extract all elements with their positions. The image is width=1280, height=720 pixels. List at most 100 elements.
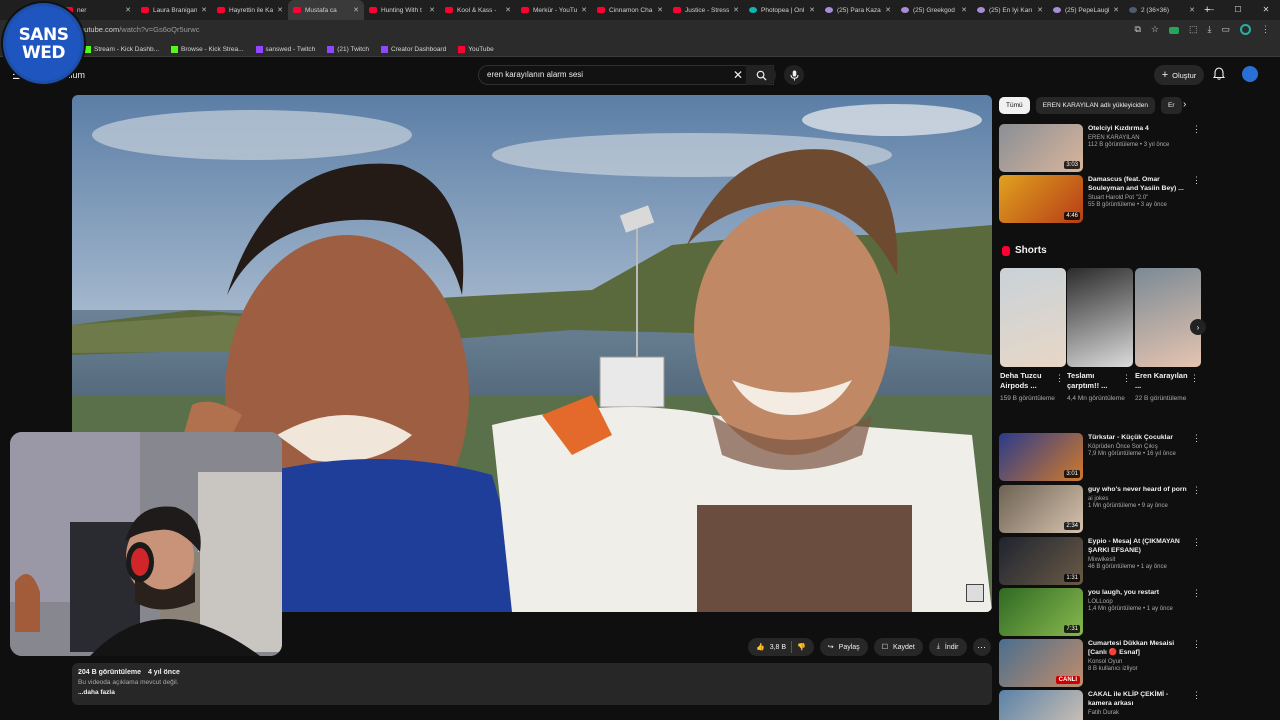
browser-tab[interactable]: Justice - Stress ✕ <box>668 0 744 20</box>
recommended-video[interactable]: 3:03 Otelciyi Kızdırma 4 EREN KARAYILAN 112… <box>999 124 1204 172</box>
sidebar-icon[interactable]: ▭ <box>1221 24 1230 35</box>
filter-chip[interactable]: Er <box>1161 97 1182 114</box>
recommended-video[interactable]: 1:31 Eypio - Mesaj At (ÇIKMAYAN ŞARKI EFS… <box>999 537 1204 585</box>
profile-icon[interactable] <box>1240 24 1251 35</box>
account-avatar[interactable] <box>1242 66 1258 82</box>
close-tab-icon[interactable]: ✕ <box>353 6 359 14</box>
recommended-video[interactable]: CAKAL ile KLİP ÇEKİMİ - kamera arkası Fat… <box>999 690 1204 720</box>
close-tab-icon[interactable]: ✕ <box>581 6 587 14</box>
short-item[interactable]: Teslamı çarptım!! ... 4,4 Mn görüntüleme ⋮ <box>1067 268 1133 404</box>
close-tab-icon[interactable]: ✕ <box>1189 6 1195 14</box>
extensions-puzzle-icon[interactable]: ⬚ <box>1189 24 1198 35</box>
clear-search-icon[interactable]: ✕ <box>733 68 743 82</box>
short-thumbnail[interactable] <box>1067 268 1133 367</box>
browser-menu-icon[interactable]: ⋮ <box>1261 24 1270 35</box>
maximize-icon[interactable]: ☐ <box>1224 0 1252 20</box>
more-options-icon[interactable]: ⋮ <box>1192 690 1201 701</box>
browser-tab[interactable]: Laura Branigan ✕ <box>136 0 212 20</box>
voice-search-button[interactable] <box>784 65 804 85</box>
bookmark-item[interactable]: Creator Dashboard <box>380 45 446 53</box>
minimize-icon[interactable]: — <box>1196 0 1224 20</box>
like-icon[interactable]: 👍 <box>756 643 765 651</box>
more-options-icon[interactable]: ⋮ <box>1192 485 1201 496</box>
filter-chip[interactable]: Tümü <box>999 97 1030 114</box>
like-count[interactable]: 3,8 B <box>770 644 786 651</box>
create-button[interactable]: + Oluştur <box>1154 65 1204 85</box>
search-button[interactable] <box>746 65 776 85</box>
video-title[interactable]: guy who's never heard of porn <box>1088 485 1192 494</box>
video-thumbnail[interactable] <box>999 690 1083 720</box>
video-thumbnail[interactable]: 4:46 <box>999 175 1083 223</box>
short-more-options-icon[interactable]: ⋮ <box>1122 373 1131 384</box>
browser-tab[interactable]: Photopea | Onl ✕ <box>744 0 820 20</box>
download-button[interactable]: ⤓ İndir <box>928 638 967 656</box>
short-thumbnail[interactable] <box>1000 268 1066 367</box>
recommended-video[interactable]: 7:31 you laugh, you restart LOLLoop 1,4 Mn … <box>999 588 1204 636</box>
video-title[interactable]: you laugh, you restart <box>1088 588 1192 597</box>
download-icon[interactable]: ⤓ <box>1208 24 1212 35</box>
bookmark-item[interactable]: Browse - Kick Strea... <box>171 45 244 53</box>
browser-tab[interactable]: Mustafa ca ✕ <box>288 0 364 20</box>
browser-tab[interactable]: (25) Greekgod ✕ <box>896 0 972 20</box>
video-title[interactable]: Eypio - Mesaj At (ÇIKMAYAN ŞARKI EFSANE) <box>1088 537 1192 555</box>
close-tab-icon[interactable]: ✕ <box>201 6 207 14</box>
video-title[interactable]: Otelciyi Kızdırma 4 <box>1088 124 1192 133</box>
bookmark-item[interactable]: sanswed - Twitch <box>255 45 315 53</box>
bookmark-item[interactable]: Stream - Kick Dashb... <box>84 45 159 53</box>
channel-name[interactable]: LOLLoop <box>1088 599 1192 605</box>
more-options-icon[interactable]: ⋮ <box>1192 124 1201 135</box>
bookmark-item[interactable]: YouTube <box>458 45 494 53</box>
close-tab-icon[interactable]: ✕ <box>885 6 891 14</box>
close-tab-icon[interactable]: ✕ <box>1037 6 1043 14</box>
channel-name[interactable]: Konsol Oyun <box>1088 659 1192 665</box>
browser-tab[interactable]: (25) Para Kazan ✕ <box>820 0 896 20</box>
more-options-icon[interactable]: ⋮ <box>1192 175 1201 186</box>
more-options-icon[interactable]: ⋮ <box>1192 639 1201 650</box>
short-title[interactable]: Eren Karayılan ... <box>1135 371 1191 391</box>
video-title[interactable]: Cumartesi Dükkan Mesaisi [Canlı 🔴 Esnaf] <box>1088 639 1192 657</box>
channel-name[interactable]: Fatih Durak <box>1088 710 1192 716</box>
close-window-icon[interactable]: ✕ <box>1252 0 1280 20</box>
video-thumbnail[interactable]: 7:31 <box>999 588 1083 636</box>
short-title[interactable]: Deha Tuzcu Airpods ... <box>1000 371 1056 391</box>
channel-name[interactable]: EREN KARAYILAN <box>1088 135 1192 141</box>
recommended-video[interactable]: CANLI Cumartesi Dükkan Mesaisi [Canlı 🔴 E… <box>999 639 1204 687</box>
short-item[interactable]: Deha Tuzcu Airpods ... 159 B görüntüleme ⋮ <box>1000 268 1066 404</box>
browser-tab[interactable]: Hayrettin ile Ka ✕ <box>212 0 288 20</box>
video-thumbnail[interactable]: 1:31 <box>999 537 1083 585</box>
share-button[interactable]: ↪ Paylaş <box>819 638 868 656</box>
close-tab-icon[interactable]: ✕ <box>505 6 511 14</box>
channel-name[interactable]: Stuart Harold Pot "2.0" <box>1088 195 1192 201</box>
browser-tab[interactable]: (25) PepeLaugh ✕ <box>1048 0 1124 20</box>
video-thumbnail[interactable]: 3:03 <box>999 124 1083 172</box>
more-options-icon[interactable]: ⋮ <box>1192 433 1201 444</box>
show-more-link[interactable]: ...daha fazla <box>78 689 986 696</box>
recommended-video[interactable]: 2:34 guy who's never heard of porn ai joke… <box>999 485 1204 533</box>
filter-chip[interactable]: EREN KARAYILAN adlı yükleyiciden <box>1035 97 1155 114</box>
browser-tab[interactable]: 2 (36×36) ✕ <box>1124 0 1200 20</box>
browser-tab[interactable]: Kool & Kass - ✕ <box>440 0 516 20</box>
video-title[interactable]: CAKAL ile KLİP ÇEKİMİ - kamera arkası <box>1088 690 1192 708</box>
save-button[interactable]: ☐ Kaydet <box>873 638 923 656</box>
close-tab-icon[interactable]: ✕ <box>733 6 739 14</box>
close-tab-icon[interactable]: ✕ <box>277 6 283 14</box>
video-title[interactable]: Türkstar - Küçük Çocuklar <box>1088 433 1192 442</box>
channel-name[interactable]: Mixwikesit <box>1088 557 1192 563</box>
browser-tab[interactable]: Merkür - YouTu ✕ <box>516 0 592 20</box>
short-item[interactable]: Eren Karayılan ... 22 B görüntüleme ⋮ <box>1135 268 1201 404</box>
short-thumbnail[interactable] <box>1135 268 1201 367</box>
description-box[interactable]: 204 B görüntüleme 4 yıl önce Bu videoda … <box>72 663 992 705</box>
channel-name[interactable]: Köprüden Önce Son Çıkış <box>1088 444 1192 450</box>
video-thumbnail[interactable]: 2:34 <box>999 485 1083 533</box>
recommended-video[interactable]: 3:01 Türkstar - Küçük Çocuklar Köprüden Ön… <box>999 433 1204 481</box>
cast-icon[interactable]: ⧉ <box>1134 24 1140 35</box>
close-tab-icon[interactable]: ✕ <box>809 6 815 14</box>
channel-name[interactable]: ai jokes <box>1088 496 1192 502</box>
url-field[interactable]: outube.com/watch?v=Gs6oQr5urwc <box>80 25 199 34</box>
extension-green-icon[interactable] <box>1168 27 1179 34</box>
short-title[interactable]: Teslamı çarptım!! ... <box>1067 371 1123 391</box>
bookmark-item[interactable]: (21) Twitch <box>327 45 369 53</box>
more-options-icon[interactable]: ⋮ <box>1192 537 1201 548</box>
video-thumbnail[interactable]: 3:01 <box>999 433 1083 481</box>
shorts-next-chevron-icon[interactable]: › <box>1190 319 1206 335</box>
